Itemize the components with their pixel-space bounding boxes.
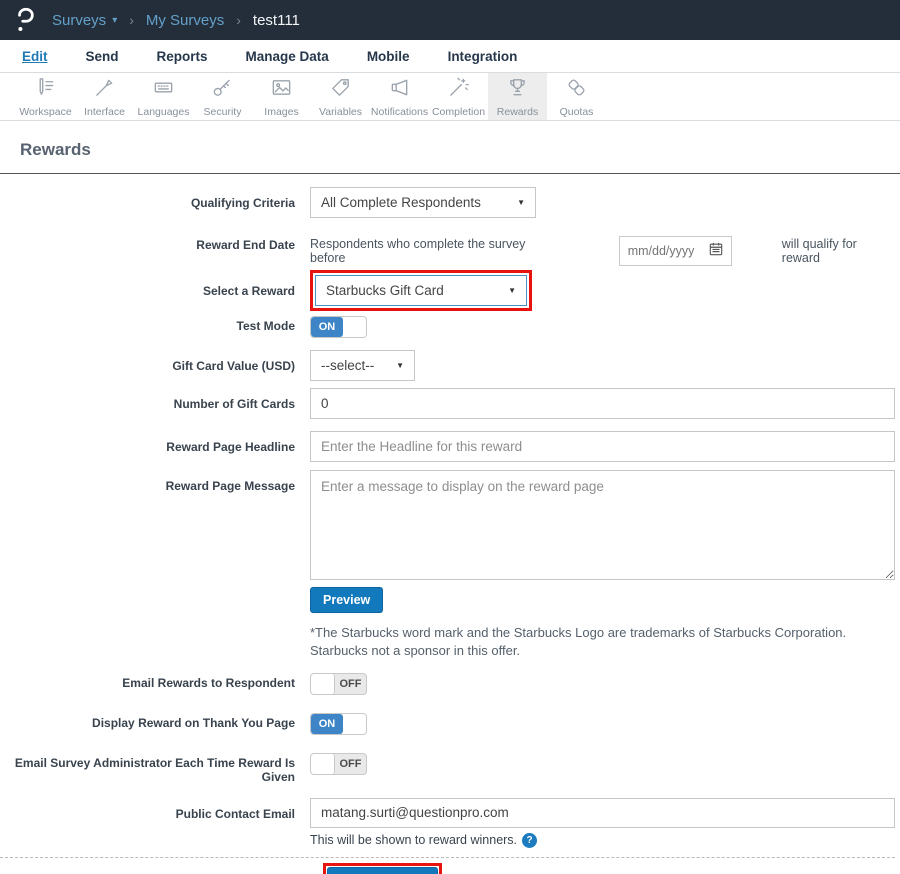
reward-end-date-label: Reward End Date	[0, 229, 310, 252]
bottom-dashed-divider	[0, 857, 895, 858]
select-arrow-icon: ▼	[517, 198, 525, 207]
message-textarea[interactable]	[310, 470, 895, 580]
qualifying-criteria-label: Qualifying Criteria	[0, 187, 310, 210]
select-reward-label: Select a Reward	[0, 270, 310, 298]
toolbar-item-label: Images	[264, 106, 298, 118]
end-date-suffix-text: will qualify for reward	[782, 237, 895, 265]
breadcrumb-separator-icon: ›	[129, 12, 134, 28]
toolbar-item-label: Security	[204, 106, 242, 118]
email-admin-label: Email Survey Administrator Each Time Rew…	[0, 753, 310, 785]
breadcrumb-current-survey: test111	[253, 12, 300, 29]
trophy-icon	[505, 76, 530, 104]
tab-mobile[interactable]: Mobile	[367, 49, 410, 64]
chain-links-icon	[564, 76, 589, 104]
toolbar-item-languages[interactable]: Languages	[134, 73, 193, 120]
select-arrow-icon: ▼	[396, 361, 404, 370]
email-rewards-label: Email Rewards to Respondent	[0, 673, 310, 690]
display-reward-toggle[interactable]: ON	[310, 713, 367, 735]
key-icon	[210, 76, 235, 104]
toolbar-item-security[interactable]: Security	[193, 73, 252, 120]
select-reward-select[interactable]: Starbucks Gift Card ▼	[315, 275, 527, 306]
message-label: Reward Page Message	[0, 470, 310, 493]
toolbar-item-label: Quotas	[560, 106, 594, 118]
toolbar-item-label: Rewards	[497, 106, 538, 118]
toolbar-item-rewards[interactable]: Rewards	[488, 73, 547, 120]
contact-email-label: Public Contact Email	[0, 798, 310, 821]
breadcrumb-surveys[interactable]: Surveys	[52, 12, 106, 29]
toggle-handle	[343, 714, 366, 734]
main-tab-nav: Edit Send Reports Manage Data Mobile Int…	[0, 40, 900, 73]
tab-integration[interactable]: Integration	[448, 49, 518, 64]
toolbar-item-workspace[interactable]: Workspace	[16, 73, 75, 120]
help-icon[interactable]: ?	[522, 833, 537, 848]
toolbar-item-quotas[interactable]: Quotas	[547, 73, 606, 120]
rewards-form: Qualifying Criteria All Complete Respond…	[0, 174, 900, 874]
brush-icon	[92, 76, 117, 104]
keyboard-icon	[151, 76, 176, 104]
top-header-bar: Surveys ▾ › My Surveys › test111	[0, 0, 900, 40]
edit-section-toolbar: Workspace Interface Languages Security I…	[0, 73, 900, 121]
toolbar-item-label: Notifications	[371, 106, 428, 118]
qualifying-criteria-select[interactable]: All Complete Respondents ▼	[310, 187, 536, 218]
toolbar-item-label: Variables	[319, 106, 362, 118]
toggle-handle	[311, 754, 335, 774]
end-date-prefix-text: Respondents who complete the survey befo…	[310, 237, 557, 265]
surveys-dropdown-caret-icon[interactable]: ▾	[112, 15, 117, 26]
questionpro-logo-icon[interactable]	[14, 7, 36, 33]
breadcrumb-separator-icon: ›	[236, 12, 241, 28]
magic-wand-icon	[446, 76, 471, 104]
contact-email-input[interactable]	[310, 798, 895, 828]
page-title: Rewards	[20, 140, 880, 160]
tab-reports[interactable]: Reports	[157, 49, 208, 64]
headline-input[interactable]	[310, 431, 895, 462]
toolbar-item-variables[interactable]: Variables	[311, 73, 370, 120]
toggle-on-state: ON	[311, 714, 343, 734]
display-reward-label: Display Reward on Thank You Page	[0, 713, 310, 730]
reward-end-date-input[interactable]	[628, 244, 702, 258]
toggle-handle	[311, 674, 335, 694]
tag-icon	[328, 76, 353, 104]
toolbar-item-label: Interface	[84, 106, 125, 118]
toolbar-item-images[interactable]: Images	[252, 73, 311, 120]
gift-card-value-select[interactable]: --select-- ▼	[310, 350, 415, 381]
tab-manage-data[interactable]: Manage Data	[246, 49, 329, 64]
toggle-off-state: OFF	[335, 674, 366, 694]
megaphone-icon	[387, 76, 412, 104]
toolbar-item-notifications[interactable]: Notifications	[370, 73, 429, 120]
toolbar-item-interface[interactable]: Interface	[75, 73, 134, 120]
reward-end-date-field[interactable]	[619, 236, 732, 266]
toolbar-item-label: Workspace	[19, 106, 71, 118]
toggle-on-state: ON	[311, 317, 343, 337]
toolbar-item-label: Completion	[432, 106, 485, 118]
test-mode-label: Test Mode	[0, 316, 310, 333]
select-arrow-icon: ▼	[508, 286, 516, 295]
num-gift-cards-input[interactable]	[310, 388, 895, 419]
preview-button[interactable]: Preview	[310, 587, 383, 613]
breadcrumb-my-surveys[interactable]: My Surveys	[146, 12, 224, 29]
tab-send[interactable]: Send	[86, 49, 119, 64]
select-reward-value: Starbucks Gift Card	[326, 283, 444, 298]
email-admin-toggle[interactable]: OFF	[310, 753, 367, 775]
test-mode-toggle[interactable]: ON	[310, 316, 367, 338]
contact-email-helper-text: This will be shown to reward winners.	[310, 833, 517, 847]
gift-card-value-value: --select--	[321, 358, 374, 373]
num-gift-cards-label: Number of Gift Cards	[0, 388, 310, 411]
starbucks-disclaimer-text: *The Starbucks word mark and the Starbuc…	[310, 624, 895, 659]
tab-edit[interactable]: Edit	[22, 49, 48, 64]
toggle-handle	[343, 317, 366, 337]
toolbar-item-label: Languages	[138, 106, 190, 118]
email-rewards-toggle[interactable]: OFF	[310, 673, 367, 695]
save-changes-button[interactable]: Save Changes	[327, 867, 438, 874]
toggle-off-state: OFF	[335, 754, 366, 774]
gift-card-value-label: Gift Card Value (USD)	[0, 350, 310, 373]
calendar-icon[interactable]	[709, 242, 723, 261]
save-annotation-box: Save Changes	[323, 863, 442, 874]
page-header: Rewards	[0, 121, 900, 173]
toolbar-item-completion[interactable]: Completion	[429, 73, 488, 120]
select-reward-annotation-box: Starbucks Gift Card ▼	[310, 270, 532, 311]
headline-label: Reward Page Headline	[0, 431, 310, 454]
image-icon	[269, 76, 294, 104]
pen-list-icon	[33, 76, 58, 104]
qualifying-criteria-value: All Complete Respondents	[321, 195, 481, 210]
